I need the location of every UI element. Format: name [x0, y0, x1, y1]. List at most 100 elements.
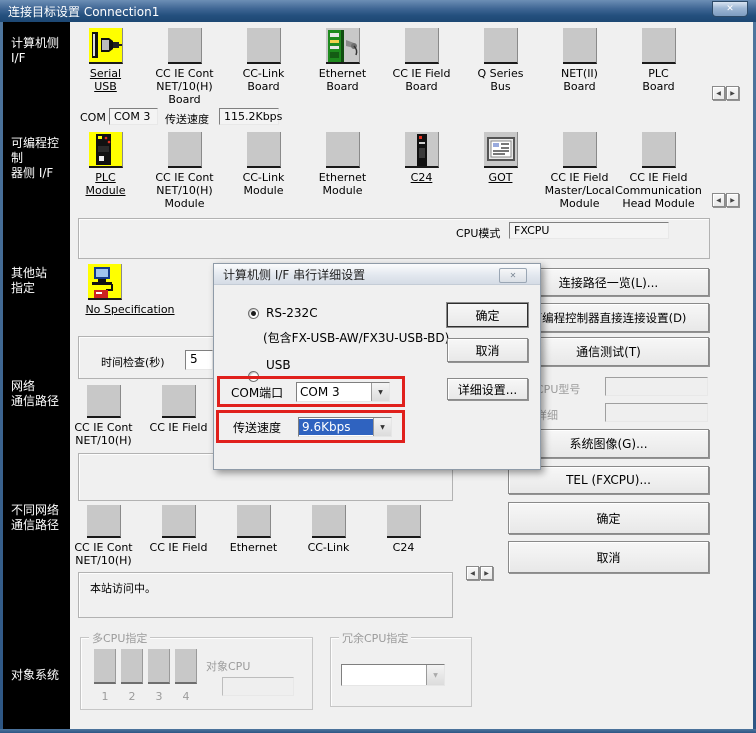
palette-label: Serial USB — [90, 67, 121, 93]
cancel-button[interactable]: 取消 — [508, 541, 709, 573]
palette-label: CC IE Field Master/Local Module — [545, 171, 615, 210]
other-station-no-specification[interactable]: No Specification — [80, 264, 180, 316]
time-check-input[interactable]: 5 — [185, 350, 213, 370]
palette-label: CC IE Field — [150, 541, 208, 554]
frame-bottom — [0, 729, 756, 733]
close-icon: ✕ — [510, 271, 517, 280]
pc-if-cc-link-board[interactable]: CC-Link Board — [224, 28, 303, 106]
plc-if-cc-link-module[interactable]: CC-Link Module — [224, 132, 303, 210]
multi-cpu-group: 多CPU指定 1 2 3 4 对象CPU — [80, 637, 313, 710]
cpu-model-field — [605, 377, 708, 396]
pc-if-q-series-bus[interactable]: Q Series Bus — [461, 28, 540, 106]
button-label: 取消 — [596, 549, 620, 566]
palette-label: NET(II) Board — [561, 67, 598, 93]
q-series-bus-icon — [484, 28, 518, 64]
pc-if-serial-usb[interactable]: Serial USB — [66, 28, 145, 106]
cpu-model-label: CPU型号 — [536, 381, 580, 397]
network-cc-ie-field[interactable]: CC IE Field — [141, 385, 216, 447]
plc-if-got[interactable]: GOT — [461, 132, 540, 210]
plc-if-ethernet-module[interactable]: Ethernet Module — [303, 132, 382, 210]
plc-board-icon — [642, 28, 676, 64]
sidebar-item-network-route: 网络 通信路径 — [11, 379, 59, 409]
pc-if-cc-ie-cont-board[interactable]: CC IE Cont NET/10(H) Board — [145, 28, 224, 106]
diffnet-scroll-right-button[interactable]: ▶ — [480, 566, 493, 580]
palette-label: CC IE Field Communication Head Module — [615, 171, 702, 210]
button-label: 系统图像(G)... — [569, 435, 647, 452]
pc-if-plc-board[interactable]: PLC Board — [619, 28, 698, 106]
no-specification-icon — [88, 264, 122, 300]
redundant-cpu-value — [342, 674, 426, 676]
dialog-cancel-button[interactable]: 取消 — [447, 338, 528, 362]
rs232c-radio-label: RS-232C — [266, 306, 318, 320]
cc-ie-field-master-local-icon — [563, 132, 597, 168]
plc-if-cc-ie-cont-module[interactable]: CC IE Cont NET/10(H) Module — [145, 132, 224, 210]
pc-if-cc-ie-field-board[interactable]: CC IE Field Board — [382, 28, 461, 106]
diffnet-cc-ie-field[interactable]: CC IE Field — [141, 505, 216, 567]
diffnet-ethernet[interactable]: Ethernet — [216, 505, 291, 567]
ok-button[interactable]: 确定 — [508, 502, 709, 534]
com-value-field: COM 3 — [109, 108, 158, 125]
arrow-left-icon: ◀ — [716, 90, 721, 97]
button-label: 连接路径一览(L)... — [559, 274, 659, 291]
palette-label: Ethernet — [230, 541, 277, 554]
dialog-detail-setting-button[interactable]: 详细设置... — [447, 378, 528, 400]
plc-if-scroll-left-button[interactable]: ◀ — [712, 193, 725, 207]
network-cc-ie-cont[interactable]: CC IE Cont NET/10(H) — [66, 385, 141, 447]
plc-if-cc-ie-field-master-local[interactable]: CC IE Field Master/Local Module — [540, 132, 619, 210]
dialog-ok-button[interactable]: 确定 — [447, 303, 528, 327]
baud-label: 传送速度 — [165, 111, 209, 127]
ethernet-icon — [237, 505, 271, 538]
no-specification-label: No Specification — [80, 303, 180, 316]
plc-if-plc-module[interactable]: PLC Module — [66, 132, 145, 210]
diffnet-scroll-left-button[interactable]: ◀ — [466, 566, 479, 580]
tel-fxcpu-button[interactable]: TEL (FXCPU)... — [508, 466, 709, 494]
cc-link-module-icon — [247, 132, 281, 168]
serial-detail-dialog: 计算机侧 I/F 串行详细设置 ✕ RS-232C (包含FX-USB-AW/F… — [213, 263, 541, 470]
palette-label: CC IE Field — [150, 421, 208, 434]
time-check-label: 时间检查(秒) — [101, 354, 165, 370]
palette-label: CC IE Cont NET/10(H) Module — [155, 171, 213, 210]
dialog-close-button[interactable]: ✕ — [499, 268, 527, 283]
palette-label: CC-Link — [308, 541, 350, 554]
rs232c-note: (包含FX-USB-AW/FX3U-USB-BD) — [263, 329, 449, 346]
plc-if-scroll-right-button[interactable]: ▶ — [726, 193, 739, 207]
cc-ie-field-board-icon — [405, 28, 439, 64]
palette-label: Q Series Bus — [478, 67, 524, 93]
usb-radio-label: USB — [266, 358, 291, 372]
pc-if-ethernet-board[interactable]: Ethernet Board — [303, 28, 382, 106]
palette-label: CC IE Cont NET/10(H) Board — [155, 67, 213, 106]
cc-ie-cont-module-icon — [168, 132, 202, 168]
target-cpu-label: 对象CPU — [206, 658, 250, 674]
com-label: COM — [80, 111, 106, 124]
button-label: 详细设置... — [458, 381, 517, 398]
sidebar-item-target-system: 对象系统 — [11, 668, 59, 683]
palette-label: Ethernet Module — [319, 171, 366, 197]
arrow-right-icon: ▶ — [484, 570, 489, 577]
palette-label: C24 — [411, 171, 433, 184]
dialog-title-bar: 计算机侧 I/F 串行详细设置 — [214, 264, 540, 285]
button-label: TEL (FXCPU)... — [566, 473, 651, 487]
palette-label: GOT — [489, 171, 513, 184]
arrow-right-icon: ▶ — [730, 90, 735, 97]
palette-label: PLC Module — [86, 171, 126, 197]
cpu4-number: 4 — [175, 690, 197, 703]
diffnet-cc-ie-cont[interactable]: CC IE Cont NET/10(H) — [66, 505, 141, 567]
diffnet-cc-link[interactable]: CC-Link — [291, 505, 366, 567]
diffnet-c24[interactable]: C24 — [366, 505, 441, 567]
ethernet-module-icon — [326, 132, 360, 168]
cpu2-button — [121, 649, 143, 684]
ethernet-board-icon — [326, 28, 360, 64]
rs232c-radio[interactable] — [248, 308, 259, 319]
c24-icon — [405, 132, 439, 168]
window-close-button[interactable]: ✕ — [712, 1, 748, 17]
plc-if-c24[interactable]: C24 — [382, 132, 461, 210]
multi-cpu-title: 多CPU指定 — [89, 630, 150, 646]
palette-label: CC-Link Module — [243, 171, 285, 197]
cpu-mode-value-field: FXCPU — [509, 222, 669, 239]
pc-if-scroll-left-button[interactable]: ◀ — [712, 86, 725, 100]
pc-if-scroll-right-button[interactable]: ▶ — [726, 86, 739, 100]
plc-if-cc-ie-field-head[interactable]: CC IE Field Communication Head Module — [619, 132, 698, 210]
cpu-mode-label: CPU模式 — [456, 225, 500, 241]
pc-if-net2-board[interactable]: NET(II) Board — [540, 28, 619, 106]
pc-if-palette: Serial USB CC IE Cont NET/10(H) Board CC… — [66, 28, 698, 106]
